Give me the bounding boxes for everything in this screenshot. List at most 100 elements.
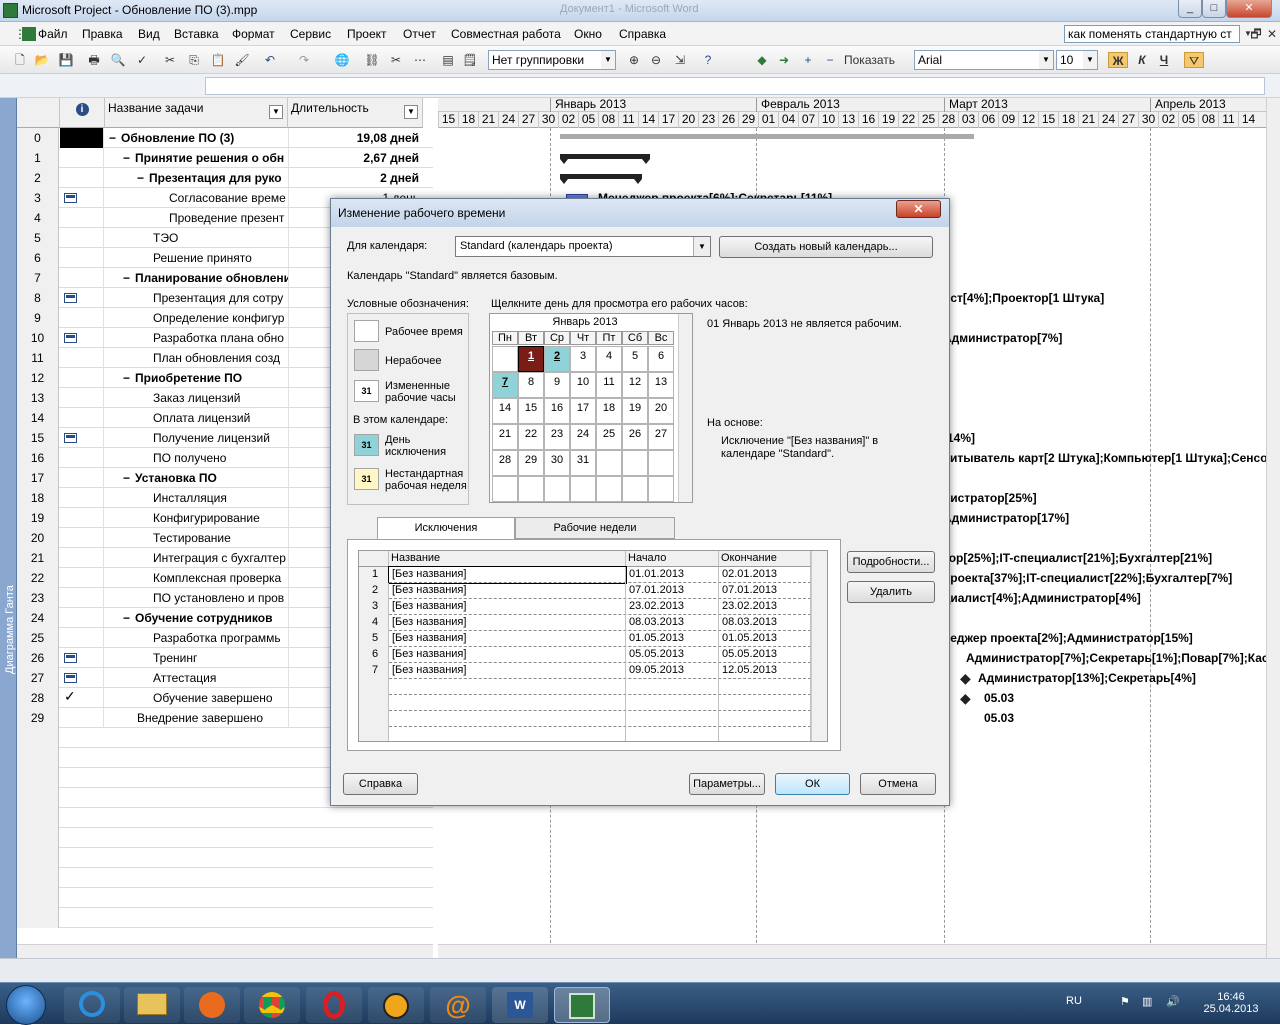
exception-name[interactable]: [Без названия] bbox=[388, 566, 627, 584]
exception-start[interactable]: 08.03.2013 bbox=[626, 615, 719, 631]
word-icon[interactable]: W bbox=[492, 987, 548, 1023]
exception-end[interactable] bbox=[719, 695, 811, 711]
view-bar[interactable]: Диаграмма Ганта bbox=[0, 98, 17, 958]
close-button[interactable]: ✕ bbox=[1226, 0, 1272, 18]
calendar-day[interactable]: 31 bbox=[570, 450, 596, 476]
exception-start[interactable]: 05.05.2013 bbox=[626, 647, 719, 663]
task-name[interactable]: Комплексная проверка bbox=[153, 568, 288, 588]
exception-name[interactable] bbox=[389, 695, 626, 711]
menu-report[interactable]: Отчет bbox=[403, 27, 436, 41]
info-column-header[interactable]: i bbox=[60, 98, 105, 128]
network-icon[interactable]: ▥ bbox=[1142, 995, 1152, 1008]
empty-row[interactable] bbox=[17, 868, 433, 888]
collapse-icon[interactable]: − bbox=[123, 368, 130, 388]
create-calendar-button[interactable]: Создать новый календарь... bbox=[719, 236, 933, 258]
calendar-day[interactable]: 11 bbox=[596, 372, 622, 398]
exception-start[interactable]: 09.05.2013 bbox=[626, 663, 719, 679]
task-notes-icon[interactable]: 🗒 bbox=[462, 52, 478, 68]
exception-end[interactable]: 02.01.2013 bbox=[719, 567, 811, 583]
close-doc-icon[interactable]: ✕ bbox=[1264, 26, 1280, 42]
calendar-day[interactable]: 13 bbox=[648, 372, 674, 398]
calendar-day[interactable]: 29 bbox=[518, 450, 544, 476]
task-name[interactable]: Разработка плана обно bbox=[153, 328, 288, 348]
calendar-day[interactable]: 12 bbox=[622, 372, 648, 398]
calendar-day[interactable]: 5 bbox=[622, 346, 648, 372]
menu-project[interactable]: Проект bbox=[347, 27, 387, 41]
exception-name[interactable] bbox=[389, 679, 626, 695]
project-icon[interactable] bbox=[554, 987, 610, 1023]
exception-row[interactable] bbox=[359, 695, 811, 711]
summary-bar[interactable] bbox=[560, 154, 650, 164]
hyperlink-icon[interactable]: 🌐 bbox=[334, 52, 350, 68]
task-info-icon[interactable]: ▤ bbox=[440, 52, 456, 68]
calendar-day[interactable]: 9 bbox=[544, 372, 570, 398]
task-name[interactable]: Обновление ПО (3) bbox=[121, 128, 288, 148]
exception-start[interactable]: 07.01.2013 bbox=[626, 583, 719, 599]
collapse-icon[interactable]: − bbox=[109, 128, 116, 148]
calendar-day[interactable]: 22 bbox=[518, 424, 544, 450]
zoom-out-icon[interactable]: ⊖ bbox=[648, 52, 664, 68]
corner-header[interactable] bbox=[17, 98, 60, 128]
cancel-button[interactable]: Отмена bbox=[860, 773, 936, 795]
exception-end[interactable]: 23.02.2013 bbox=[719, 599, 811, 615]
hide-subtasks-icon[interactable]: − bbox=[822, 52, 838, 68]
grid-scrollbar[interactable] bbox=[811, 551, 827, 741]
cut-icon[interactable]: ✂ bbox=[162, 52, 178, 68]
font-select[interactable]: Arial ▼ bbox=[914, 50, 1054, 70]
chevron-down-icon[interactable]: ▼ bbox=[404, 105, 418, 119]
menu-window[interactable]: Окно bbox=[574, 27, 602, 41]
dialog-close-button[interactable]: ✕ bbox=[896, 200, 941, 218]
chevron-down-icon[interactable]: ▼ bbox=[269, 105, 283, 119]
calendar-day[interactable]: 8 bbox=[518, 372, 544, 398]
empty-row[interactable] bbox=[17, 808, 433, 828]
calendar-day[interactable]: 18 bbox=[596, 398, 622, 424]
exception-row[interactable]: 6 [Без названия] 05.05.2013 05.05.2013 bbox=[359, 647, 811, 663]
clock[interactable]: 16:46 25.04.2013 bbox=[1196, 991, 1266, 1015]
calendar-day[interactable]: 10 bbox=[570, 372, 596, 398]
calendar-day[interactable]: 20 bbox=[648, 398, 674, 424]
flag-icon[interactable]: ⚑ bbox=[1120, 995, 1130, 1008]
scroll-to-task-icon[interactable]: ⇲ bbox=[672, 52, 688, 68]
arrow-right-icon[interactable]: ➜ bbox=[776, 52, 792, 68]
menu-help[interactable]: Справка bbox=[619, 27, 666, 41]
exception-row[interactable]: 3 [Без названия] 23.02.2013 23.02.2013 bbox=[359, 599, 811, 615]
volume-icon[interactable]: 🔊 bbox=[1166, 995, 1180, 1008]
exception-name[interactable]: [Без названия] bbox=[389, 631, 626, 647]
archicad-icon[interactable] bbox=[368, 987, 424, 1023]
task-name[interactable]: Согласование време bbox=[169, 188, 288, 208]
exception-end[interactable] bbox=[719, 711, 811, 727]
task-name[interactable]: Разработка программь bbox=[153, 628, 288, 648]
vertical-scrollbar[interactable] bbox=[1266, 98, 1280, 958]
row-number[interactable]: 26 bbox=[17, 648, 59, 668]
start-button[interactable] bbox=[6, 985, 46, 1025]
bold-button[interactable]: Ж bbox=[1108, 52, 1128, 68]
exception-row[interactable]: 2 [Без названия] 07.01.2013 07.01.2013 bbox=[359, 583, 811, 599]
calendar-day[interactable]: 24 bbox=[570, 424, 596, 450]
calendar-day[interactable]: 14 bbox=[492, 398, 518, 424]
undo-icon[interactable]: ↶ bbox=[262, 52, 278, 68]
task-name[interactable]: Получение лицензий bbox=[153, 428, 288, 448]
exception-end[interactable]: 01.05.2013 bbox=[719, 631, 811, 647]
task-name[interactable]: ТЭО bbox=[153, 228, 288, 248]
restore-doc-icon[interactable]: 🗗 bbox=[1248, 26, 1264, 42]
row-number[interactable]: 2 bbox=[17, 168, 59, 188]
row-number[interactable]: 28 bbox=[17, 688, 59, 708]
exception-start[interactable]: 01.05.2013 bbox=[626, 631, 719, 647]
copy-icon[interactable]: ⎘ bbox=[186, 52, 202, 68]
exception-end[interactable] bbox=[719, 727, 811, 741]
row-number[interactable]: 23 bbox=[17, 588, 59, 608]
calendar-day[interactable]: 23 bbox=[544, 424, 570, 450]
task-name[interactable]: Планирование обновлени bbox=[135, 268, 288, 288]
row-number[interactable]: 11 bbox=[17, 348, 59, 368]
task-name[interactable]: Презентация для руко bbox=[149, 168, 288, 188]
exception-name[interactable]: [Без названия] bbox=[389, 599, 626, 615]
calendar-day[interactable]: 4 bbox=[596, 346, 622, 372]
menu-collaborate[interactable]: Совместная работа bbox=[451, 27, 561, 41]
calendar-day[interactable]: 28 bbox=[492, 450, 518, 476]
maximize-button[interactable]: □ bbox=[1202, 0, 1226, 18]
delete-button[interactable]: Удалить bbox=[847, 581, 935, 603]
row-number[interactable]: 17 bbox=[17, 468, 59, 488]
exception-name[interactable]: [Без названия] bbox=[389, 647, 626, 663]
underline-button[interactable]: Ч bbox=[1156, 52, 1172, 68]
collapse-icon[interactable]: − bbox=[123, 468, 130, 488]
